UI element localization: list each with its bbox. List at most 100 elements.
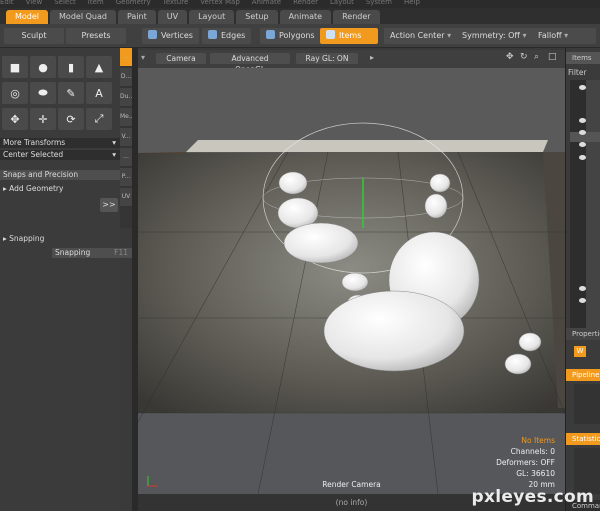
viewport-menu-icon[interactable]: ▾	[141, 53, 145, 62]
raygl-button[interactable]: Ray GL: ON	[296, 53, 358, 64]
menu-item[interactable]: Texture	[163, 0, 189, 6]
hud-channels: Channels: 0	[510, 447, 555, 456]
maximize-icon[interactable]: □	[548, 52, 557, 62]
pipeline-header[interactable]: Pipeline	[566, 369, 600, 381]
menu-item[interactable]: Item	[88, 0, 104, 6]
w-button[interactable]: W	[574, 346, 586, 357]
items-tab[interactable]: Items	[566, 52, 600, 64]
eye-icon[interactable]	[579, 142, 586, 147]
side-tab[interactable]: ...	[120, 48, 132, 66]
properties-tab[interactable]: Properties	[566, 328, 600, 340]
menu-item[interactable]: Vertex Map	[200, 0, 240, 6]
viewport-header: ▾ Camera Advanced OpenGL Ray GL: ON ▸ ✥ …	[138, 50, 565, 74]
eye-icon[interactable]	[579, 85, 586, 90]
eye-icon[interactable]	[579, 130, 586, 135]
item-list-column	[586, 80, 600, 330]
left-tool-panel: ■ ● ▮ ▲ ◎ ⬬ ✎ A ✥ ✛ ⟳ ⤢ More Transforms …	[0, 48, 132, 511]
cone-icon[interactable]: ▲	[86, 56, 112, 78]
snaps-precision-header[interactable]: Snaps and Precision	[0, 170, 120, 180]
falloff-dropdown[interactable]: Falloff	[532, 28, 596, 44]
more-transforms-dropdown[interactable]: More Transforms ▾	[0, 138, 120, 148]
layout-tab[interactable]: Setup	[236, 10, 278, 24]
edges-button[interactable]: Edges	[202, 28, 252, 44]
presets-tab[interactable]: Presets	[66, 28, 126, 44]
filter-label: Filter	[568, 68, 587, 77]
cylinder-icon[interactable]: ▮	[58, 56, 84, 78]
polygons-button[interactable]: Polygons	[260, 28, 321, 44]
menu-item[interactable]: Geometry	[116, 0, 151, 6]
layout-tab[interactable]: Render	[333, 10, 380, 24]
zoom-icon[interactable]: ⌕	[534, 52, 539, 62]
cube-icon[interactable]: ■	[2, 56, 28, 78]
layout-tab[interactable]: UV	[157, 10, 188, 24]
shading-dropdown[interactable]: Advanced OpenGL	[210, 53, 290, 74]
3d-viewport[interactable]: ▾ Camera Advanced OpenGL Ray GL: ON ▸ ✥ …	[138, 50, 565, 494]
menu-item[interactable]: Edit	[0, 0, 14, 6]
item-list[interactable]	[570, 80, 600, 330]
menu-item[interactable]: Render	[293, 0, 318, 6]
side-tab[interactable]: Du...	[120, 88, 134, 106]
pan-icon[interactable]: ✥	[506, 52, 514, 62]
expand-button[interactable]: >>	[100, 198, 118, 212]
center-selected-dropdown[interactable]: Center Selected ▾	[0, 150, 120, 160]
snapping-button-label: Snapping	[55, 248, 91, 257]
statistics-header[interactable]: Statistics	[566, 433, 600, 445]
play-icon[interactable]: ▸	[370, 53, 374, 62]
snapping-header[interactable]: ▸ Snapping	[0, 234, 120, 244]
layout-tab[interactable]: Model	[6, 10, 49, 24]
side-tabs: ... D... Du... Me... V...... P... UV	[120, 48, 135, 228]
eye-icon[interactable]	[579, 286, 586, 291]
side-tab[interactable]: ...	[120, 148, 132, 166]
capsule-icon[interactable]: ⬬	[30, 82, 56, 104]
hud-gl: GL: 36610	[516, 469, 555, 478]
move-icon[interactable]: ✥	[2, 108, 28, 130]
orbit-icon[interactable]: ↻	[520, 52, 528, 62]
items-icon	[326, 30, 335, 39]
action-center-dropdown[interactable]: Action Center	[384, 28, 458, 44]
pen-icon[interactable]: ✎	[58, 82, 84, 104]
toolbar: Sculpt Presets Vertices Edges Polygons I…	[0, 24, 600, 48]
sphere-icon[interactable]: ●	[30, 56, 56, 78]
camera-dropdown[interactable]: Camera	[156, 53, 206, 64]
layout-tab[interactable]: Model Quad	[50, 10, 116, 24]
menu-item[interactable]: Layout	[330, 0, 354, 6]
symmetry-dropdown[interactable]: Symmetry: Off	[456, 28, 533, 44]
items-button[interactable]: Items	[320, 28, 378, 44]
vertices-label: Vertices	[161, 31, 193, 40]
pipeline-list[interactable]	[574, 384, 600, 424]
hud-deformers: Deformers: OFF	[496, 458, 555, 467]
vertices-button[interactable]: Vertices	[142, 28, 199, 44]
layout-tab[interactable]: Animate	[279, 10, 332, 24]
side-tab[interactable]: UV	[120, 188, 132, 206]
layout-tab[interactable]: Paint	[117, 10, 156, 24]
center-selected-label: Center Selected	[3, 150, 64, 159]
menu-item[interactable]: System	[366, 0, 392, 6]
add-geometry-header[interactable]: ▸ Add Geometry	[0, 184, 120, 194]
vertices-icon	[148, 30, 157, 39]
scale-icon[interactable]: ⤢	[86, 108, 112, 130]
add-geometry-label: Add Geometry	[9, 184, 64, 193]
eye-icon[interactable]	[579, 298, 586, 303]
right-panel: Items Filter Properties W Pipeline Stati…	[565, 48, 600, 511]
menu-item[interactable]: View	[26, 0, 43, 6]
text-icon[interactable]: A	[86, 82, 112, 104]
menu-item[interactable]: Help	[404, 0, 420, 6]
side-tab[interactable]: P...	[120, 168, 132, 186]
sculpt-tab[interactable]: Sculpt	[4, 28, 64, 44]
layout-tab[interactable]: Layout	[189, 10, 235, 24]
transform-icon[interactable]: ✛	[30, 108, 56, 130]
watermark-text: pxleyes.com	[471, 487, 594, 507]
side-tab[interactable]: D...	[120, 68, 132, 86]
render-scene	[138, 68, 565, 494]
menu-item[interactable]: Animate	[252, 0, 281, 6]
eye-icon[interactable]	[579, 118, 586, 123]
side-tab[interactable]: Me...	[120, 108, 135, 126]
menu-item[interactable]: Select	[54, 0, 76, 6]
rotate-icon[interactable]: ⟳	[58, 108, 84, 130]
torus-icon[interactable]: ◎	[2, 82, 28, 104]
snapping-button[interactable]: Snapping F11	[52, 248, 132, 258]
layout-tabs: Model Model Quad Paint UV Layout Setup Animate…	[0, 8, 600, 24]
more-transforms-label: More Transforms	[3, 138, 66, 147]
side-tab[interactable]: V...	[120, 128, 132, 146]
eye-icon[interactable]	[579, 155, 586, 160]
